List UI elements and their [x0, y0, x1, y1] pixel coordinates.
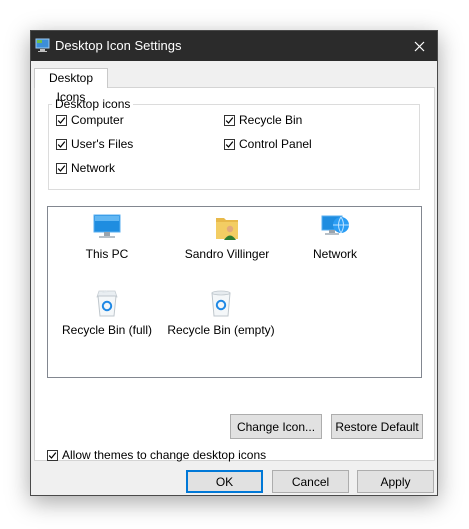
icon-label: Recycle Bin (empty): [167, 323, 275, 337]
checkbox-allow-themes[interactable]: Allow themes to change desktop icons: [47, 448, 266, 462]
checkbox-label: Recycle Bin: [239, 113, 303, 127]
computer-icon: [93, 214, 121, 238]
recycle-bin-empty-icon: [211, 290, 231, 317]
checkmark-icon: [57, 164, 66, 172]
title-bar: Desktop Icon Settings: [31, 31, 437, 61]
checkbox-users-files[interactable]: User's Files: [56, 137, 133, 151]
icon-item-user-files[interactable]: Sandro Villinger: [172, 211, 282, 261]
desktop-icon-settings-dialog: Desktop Icon Settings Desktop Icons Desk…: [30, 30, 438, 496]
checkbox-box[interactable]: [224, 138, 235, 150]
checkmark-icon: [225, 140, 234, 148]
tab-panel: Desktop icons Computer Recycle Bin User'…: [34, 87, 435, 462]
desktop-icons-group: Desktop icons Computer Recycle Bin User'…: [48, 97, 420, 190]
checkbox-label: Computer: [71, 113, 124, 127]
checkbox-label: Network: [71, 161, 116, 175]
checkbox-label: User's Files: [71, 137, 134, 151]
settings-app-icon: [35, 38, 50, 53]
window-title: Desktop Icon Settings: [55, 38, 182, 53]
checkmark-icon: [57, 116, 66, 124]
checkbox-network[interactable]: Network: [56, 161, 115, 175]
apply-button[interactable]: Apply: [357, 470, 434, 493]
restore-default-button[interactable]: Restore Default: [331, 414, 423, 439]
checkbox-computer[interactable]: Computer: [56, 113, 124, 127]
recycle-bin-full-icon: [96, 290, 118, 317]
checkbox-box[interactable]: [47, 449, 58, 461]
checkbox-label: Allow themes to change desktop icons: [62, 448, 267, 462]
icon-label: Recycle Bin (full): [61, 323, 153, 337]
user-folder-icon: [216, 218, 238, 240]
checkmark-icon: [57, 140, 66, 148]
ok-button[interactable]: OK: [186, 470, 263, 493]
checkbox-box[interactable]: [224, 114, 235, 126]
checkbox-box[interactable]: [56, 138, 67, 150]
icon-label: Sandro Villinger: [184, 247, 270, 261]
checkbox-recycle-bin[interactable]: Recycle Bin: [224, 113, 302, 127]
icon-item-network[interactable]: Network: [280, 211, 390, 261]
icon-item-recycle-bin-full[interactable]: Recycle Bin (full): [52, 287, 162, 337]
icon-item-recycle-bin-empty[interactable]: Recycle Bin (empty): [166, 287, 276, 337]
tab-desktop-icons[interactable]: Desktop Icons: [34, 68, 108, 104]
icon-list: This PC Sandro Villinger Network Recycle…: [47, 206, 422, 378]
network-icon: [321, 215, 349, 235]
checkmark-icon: [48, 451, 57, 459]
checkbox-label: Control Panel: [239, 137, 312, 151]
checkbox-control-panel[interactable]: Control Panel: [224, 137, 312, 151]
checkbox-box[interactable]: [56, 162, 67, 174]
icon-item-this-pc[interactable]: This PC: [52, 211, 162, 261]
close-icon: [414, 41, 424, 51]
checkbox-box[interactable]: [56, 114, 67, 126]
icon-label: This PC: [85, 247, 129, 261]
cancel-button[interactable]: Cancel: [272, 470, 349, 493]
icon-label: Network: [312, 247, 357, 261]
checkmark-icon: [225, 116, 234, 124]
change-icon-button[interactable]: Change Icon...: [230, 414, 322, 439]
close-button[interactable]: [401, 31, 437, 61]
